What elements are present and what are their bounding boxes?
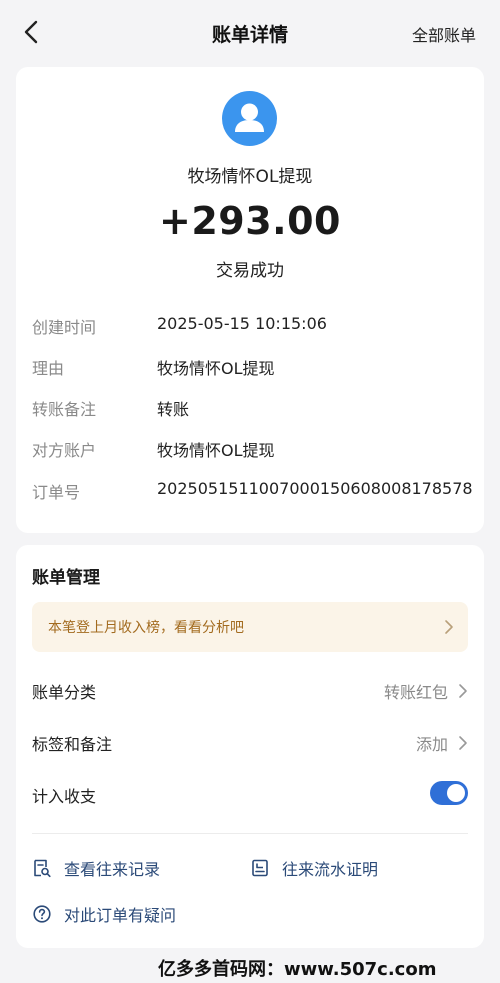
payer-name: 牧场情怀OL提现: [187, 167, 313, 187]
nav-bar: 账单详情 全部账单: [0, 0, 500, 66]
link-label: 对此订单有疑问: [64, 906, 177, 925]
chevron-right-icon: [459, 684, 467, 698]
row-value: 添加: [415, 735, 448, 754]
include-in-stats-row: 计入收支: [16, 779, 484, 809]
flow-certificate-link[interactable]: 往来流水证明: [250, 855, 378, 881]
question-icon: [33, 905, 51, 923]
user-icon: [235, 103, 264, 132]
detail-value: 2025-05-15 10:15:06: [157, 314, 327, 333]
tags-notes-row[interactable]: 标签和备注 添加: [16, 727, 484, 757]
transaction-status: 交易成功: [216, 261, 284, 281]
transaction-card: 牧场情怀OL提现 +293.00 交易成功 创建时间 2025-05-15 10…: [16, 67, 484, 533]
order-question-link[interactable]: 对此订单有疑问: [32, 901, 176, 927]
bill-management-card: 账单管理 本笔登上月收入榜，看看分析吧 账单分类 转账红包 标签和备注 添加 计…: [16, 545, 484, 948]
chevron-right-icon: [459, 736, 467, 750]
row-label: 账单分类: [32, 683, 97, 702]
detail-row-created-time: 创建时间 2025-05-15 10:15:06: [16, 314, 484, 338]
record-search-icon: [34, 859, 51, 878]
income-ranking-banner[interactable]: 本笔登上月收入榜，看看分析吧: [32, 602, 468, 652]
detail-label: 理由: [32, 359, 65, 378]
detail-row-counterparty: 对方账户 牧场情怀OL提现: [16, 437, 484, 461]
detail-row-transfer-note: 转账备注 转账: [16, 396, 484, 420]
detail-value: 2025051511007000150608008178578: [157, 479, 473, 498]
detail-value: 牧场情怀OL提现: [157, 359, 275, 378]
detail-label: 订单号: [32, 483, 81, 502]
detail-row-reason: 理由 牧场情怀OL提现: [16, 355, 484, 379]
row-label: 标签和备注: [32, 735, 113, 754]
toggle-knob: [447, 784, 465, 802]
link-label: 查看往来记录: [64, 860, 161, 879]
bill-category-row[interactable]: 账单分类 转账红包: [16, 675, 484, 705]
row-value: 转账红包: [383, 683, 448, 702]
row-label: 计入收支: [32, 787, 97, 806]
detail-label: 创建时间: [32, 318, 97, 337]
detail-label: 对方账户: [32, 441, 97, 460]
detail-value[interactable]: 牧场情怀OL提现: [157, 437, 275, 461]
detail-label: 转账备注: [32, 400, 97, 419]
banner-text: 本笔登上月收入榜，看看分析吧: [48, 620, 244, 636]
certificate-icon: [252, 859, 268, 877]
detail-row-order-number: 订单号 2025051511007000150608008178578: [16, 479, 484, 503]
all-bills-link[interactable]: 全部账单: [412, 22, 476, 46]
transaction-amount: +293.00: [159, 199, 341, 243]
avatar: [222, 91, 277, 146]
chevron-right-icon: [445, 620, 453, 634]
detail-value: 转账: [157, 400, 190, 419]
include-in-stats-toggle[interactable]: [430, 781, 468, 805]
view-history-link[interactable]: 查看往来记录: [32, 855, 160, 881]
divider: [32, 833, 468, 834]
section-title: 账单管理: [32, 568, 100, 588]
watermark: 亿多多首码网：www.507c.com: [158, 959, 437, 980]
link-label: 往来流水证明: [282, 860, 379, 879]
